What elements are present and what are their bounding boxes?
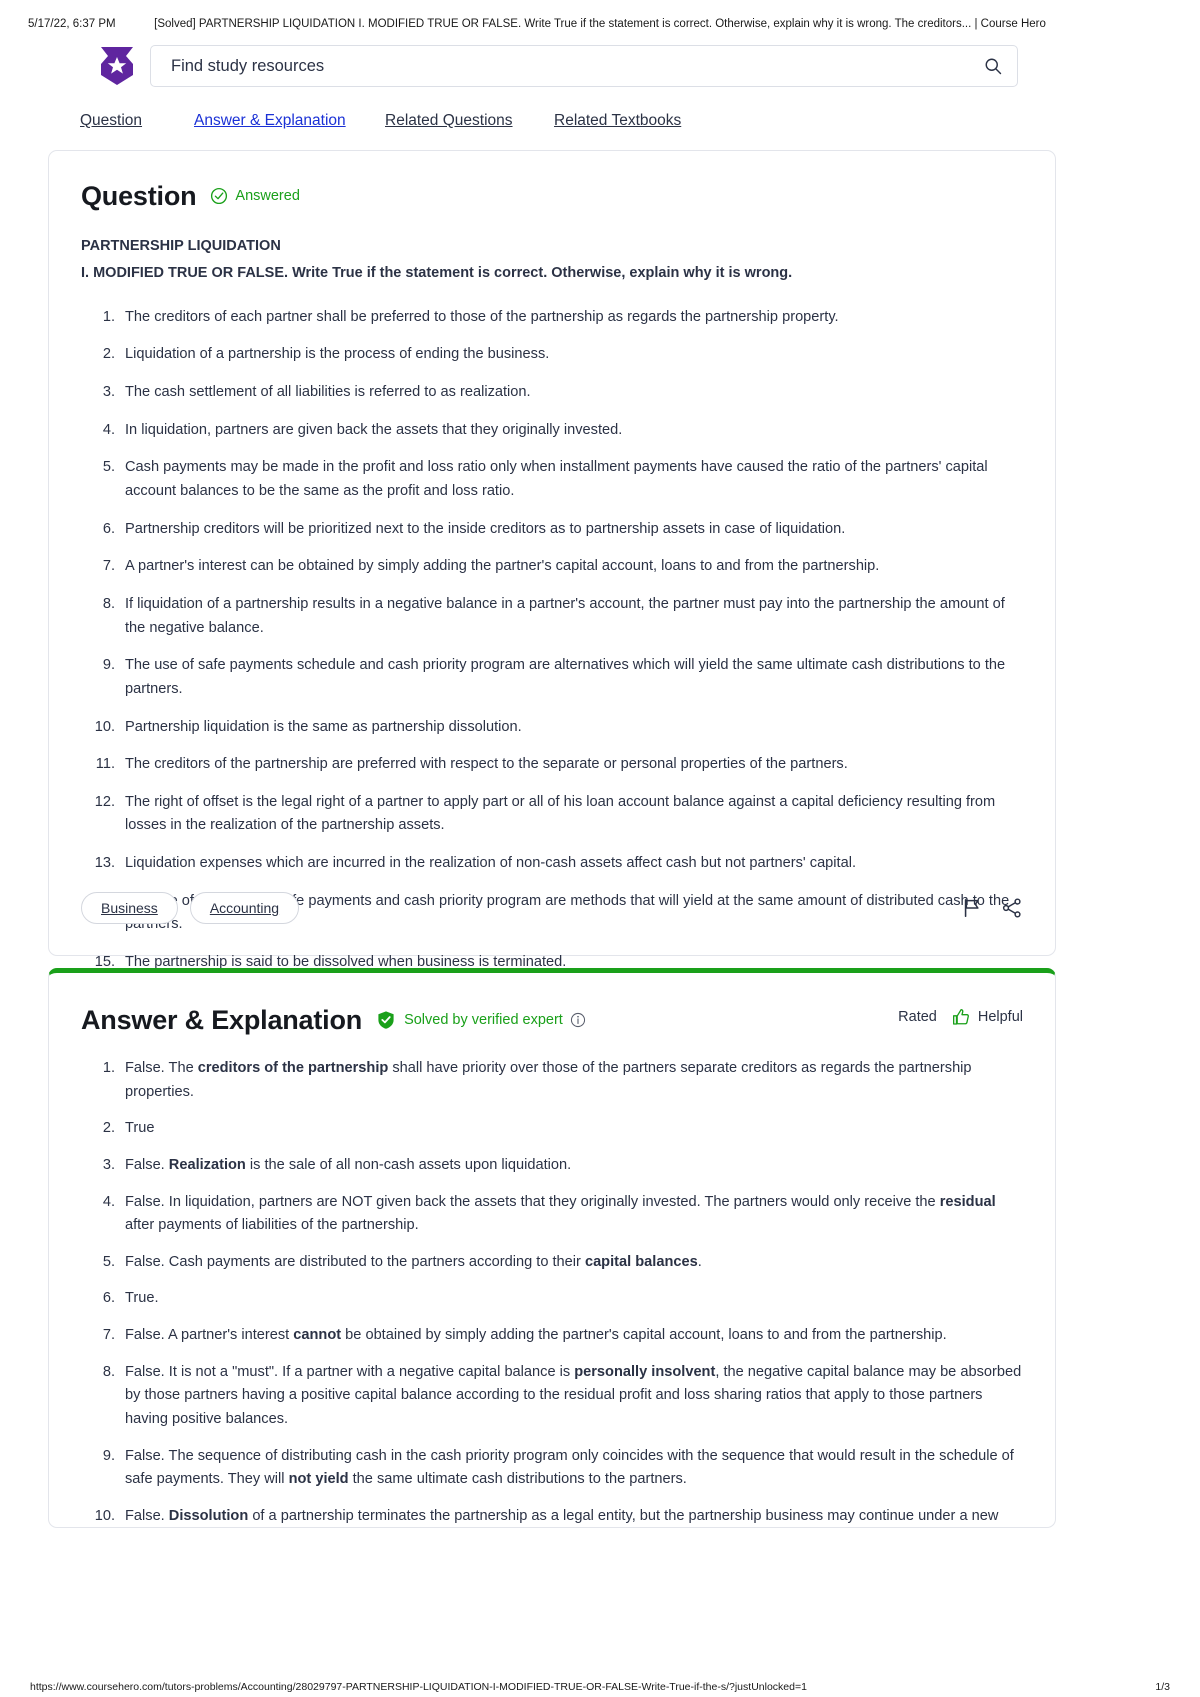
list-item: The creditors of the partnership are pre… [81, 753, 848, 776]
list-item: In liquidation, partners are given back … [81, 419, 623, 442]
print-page-title: [Solved] PARTNERSHIP LIQUIDATION I. MODI… [154, 18, 1046, 30]
flag-icon[interactable] [961, 897, 983, 919]
question-footer: Business Accounting [81, 891, 1023, 925]
list-item: The cash settlement of all liabilities i… [81, 381, 531, 404]
page-number: 1/3 [1155, 1681, 1170, 1693]
search-placeholder: Find study resources [171, 56, 325, 75]
verified-badge: Solved by verified expert [376, 1010, 586, 1030]
list-item: A partner's interest can be obtained by … [81, 555, 880, 578]
answer-list: False. The creditors of the partnership … [81, 1057, 1023, 1527]
list-item: If liquidation of a partnership results … [81, 593, 1005, 636]
answer-card: Answer & Explanation Solved by verified … [48, 968, 1056, 1528]
tag-accounting[interactable]: Accounting [189, 892, 300, 924]
check-circle-icon [211, 187, 228, 205]
print-header: 5/17/22, 6:37 PM [Solved] PARTNERSHIP LI… [0, 18, 1200, 34]
search-input[interactable]: Find study resources [150, 45, 1018, 87]
tab-question[interactable]: Question [80, 112, 142, 130]
list-item: The right of offset is the legal right o… [81, 791, 996, 834]
answer-title: Answer & Explanation [81, 1004, 363, 1035]
search-icon[interactable] [983, 56, 1003, 76]
rated-label: Rated [898, 1009, 937, 1025]
list-item: False. It is not a "must". If a partner … [81, 1361, 1022, 1428]
list-item: Partnership liquidation is the same as p… [81, 716, 522, 739]
list-item: Liquidation expenses which are incurred … [81, 852, 857, 875]
list-item: Cash payments may be made in the profit … [81, 456, 988, 500]
question-list: The creditors of each partner shall be p… [81, 306, 1023, 975]
list-item: False. Dissolution of a partnership term… [81, 1505, 999, 1527]
tab-related-questions[interactable]: Related Questions [385, 112, 513, 130]
verified-label: Solved by verified expert [404, 1012, 563, 1028]
list-item: Partnership creditors will be prioritize… [81, 518, 846, 541]
site-header: Find study resources [98, 44, 1018, 88]
share-icon[interactable] [1001, 897, 1023, 919]
list-item: True. [81, 1287, 159, 1310]
tab-answer-explanation[interactable]: Answer & Explanation [194, 112, 346, 130]
list-item: The creditors of each partner shall be p… [81, 306, 839, 329]
list-item: The use of safe payments schedule and ca… [81, 654, 1006, 697]
question-subtitle-1: PARTNERSHIP LIQUIDATION [81, 238, 281, 254]
question-header: Question Answered [81, 179, 1023, 213]
list-item: False. Realization is the sale of all no… [81, 1154, 572, 1177]
list-item: False. In liquidation, partners are NOT … [81, 1191, 996, 1234]
list-item: False. The sequence of distributing cash… [81, 1445, 1014, 1488]
helpful-label[interactable]: Helpful [978, 1009, 1023, 1025]
answer-header: Answer & Explanation Solved by verified … [81, 1003, 1023, 1037]
page-title: Question [81, 180, 197, 211]
tag-business[interactable]: Business [81, 892, 178, 924]
list-item: False. Cash payments are distributed to … [81, 1251, 702, 1274]
list-item: True [81, 1117, 155, 1140]
page-url: https://www.coursehero.com/tutors-proble… [30, 1681, 807, 1693]
list-item: False. The creditors of the partnership … [81, 1057, 972, 1100]
list-item: Liquidation of a partnership is the proc… [81, 343, 550, 366]
status-badge: Answered [210, 187, 300, 205]
question-subtitle-2: I. MODIFIED TRUE OR FALSE. Write True if… [81, 264, 793, 281]
list-item: False. A partner's interest cannot be ob… [81, 1324, 947, 1347]
status-badge-label: Answered [235, 188, 300, 204]
thumbs-up-icon[interactable] [951, 1007, 971, 1027]
course-hero-shield-logo[interactable] [98, 44, 136, 88]
info-icon[interactable] [570, 1012, 586, 1028]
rating-group: Rated Helpful [898, 1007, 1023, 1027]
tab-related-textbooks[interactable]: Related Textbooks [554, 112, 681, 130]
shield-check-icon [378, 1011, 394, 1029]
section-nav: Question Answer & Explanation Related Qu… [80, 112, 1080, 136]
question-card: Question Answered PARTNERSHIP LIQUIDATIO… [48, 150, 1056, 974]
